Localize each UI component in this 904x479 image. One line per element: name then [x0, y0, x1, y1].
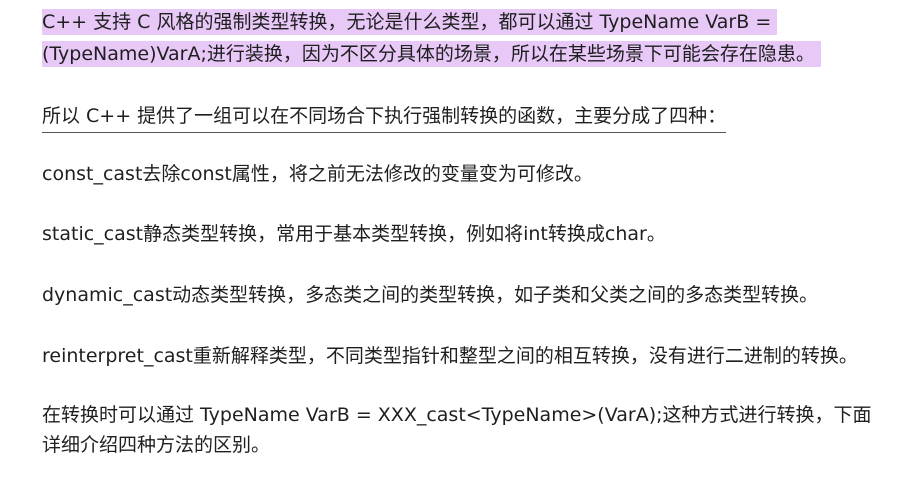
intro-paragraph: 所以 C++ 提供了一组可以在不同场合下执行强制转换的函数，主要分成了四种： [42, 100, 727, 133]
underlined-text: 所以 C++ 提供了一组可以在不同场合下执行强制转换的函数，主要分成了四种： [42, 102, 727, 133]
const-cast-paragraph: const_cast去除const属性，将之前无法修改的变量变为可修改。 [42, 163, 593, 185]
highlight: (TypeName)VarA;进行装换，因为不区分具体的场景，所以在某些场景下可… [42, 41, 821, 67]
summary-paragraph-line-1: 在转换时可以通过 TypeName VarB = XXX_cast<TypeNa… [42, 404, 872, 426]
static-cast-paragraph: static_cast静态类型转换，常用于基本类型转换，例如将int转换成cha… [42, 223, 666, 245]
reinterpret-cast-paragraph: reinterpret_cast重新解释类型，不同类型指针和整型之间的相互转换，… [42, 345, 858, 367]
summary-paragraph-line-2: 详细介绍四种方法的区别。 [42, 434, 271, 456]
highlighted-paragraph-line-2: (TypeName)VarA;进行装换，因为不区分具体的场景，所以在某些场景下可… [42, 38, 821, 70]
highlighted-paragraph-line-1: C++ 支持 C 风格的强制类型转换，无论是什么类型，都可以通过 TypeNam… [42, 6, 778, 38]
highlight: C++ 支持 C 风格的强制类型转换，无论是什么类型，都可以通过 TypeNam… [42, 9, 778, 35]
dynamic-cast-paragraph: dynamic_cast动态类型转换，多态类之间的类型转换，如子类和父类之间的多… [42, 284, 819, 306]
